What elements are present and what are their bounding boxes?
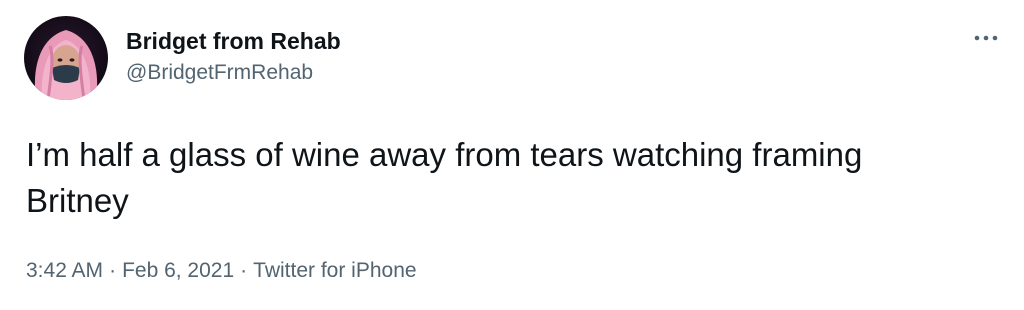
meta-separator: · [109, 259, 117, 282]
tweet-text: I’m half a glass of wine away from tears… [26, 136, 863, 219]
more-options-button[interactable] [972, 28, 1000, 48]
tweet-card: Bridget from Rehab @BridgetFrmRehab I’m … [0, 0, 1024, 310]
tweet-meta: 3:42 AM · Feb 6, 2021 · Twitter for iPhone [26, 256, 417, 286]
author-block: Bridget from Rehab @BridgetFrmRehab [126, 26, 341, 88]
profile-photo-icon [34, 30, 98, 100]
avatar[interactable] [24, 16, 108, 100]
display-name[interactable]: Bridget from Rehab [126, 26, 341, 56]
meta-separator: · [240, 259, 248, 282]
more-options-icon [974, 35, 998, 41]
user-handle[interactable]: @BridgetFrmRehab [126, 58, 341, 88]
tweet-source[interactable]: Twitter for iPhone [253, 259, 416, 282]
tweet-time[interactable]: 3:42 AM [26, 259, 103, 282]
tweet-date[interactable]: Feb 6, 2021 [122, 259, 234, 282]
